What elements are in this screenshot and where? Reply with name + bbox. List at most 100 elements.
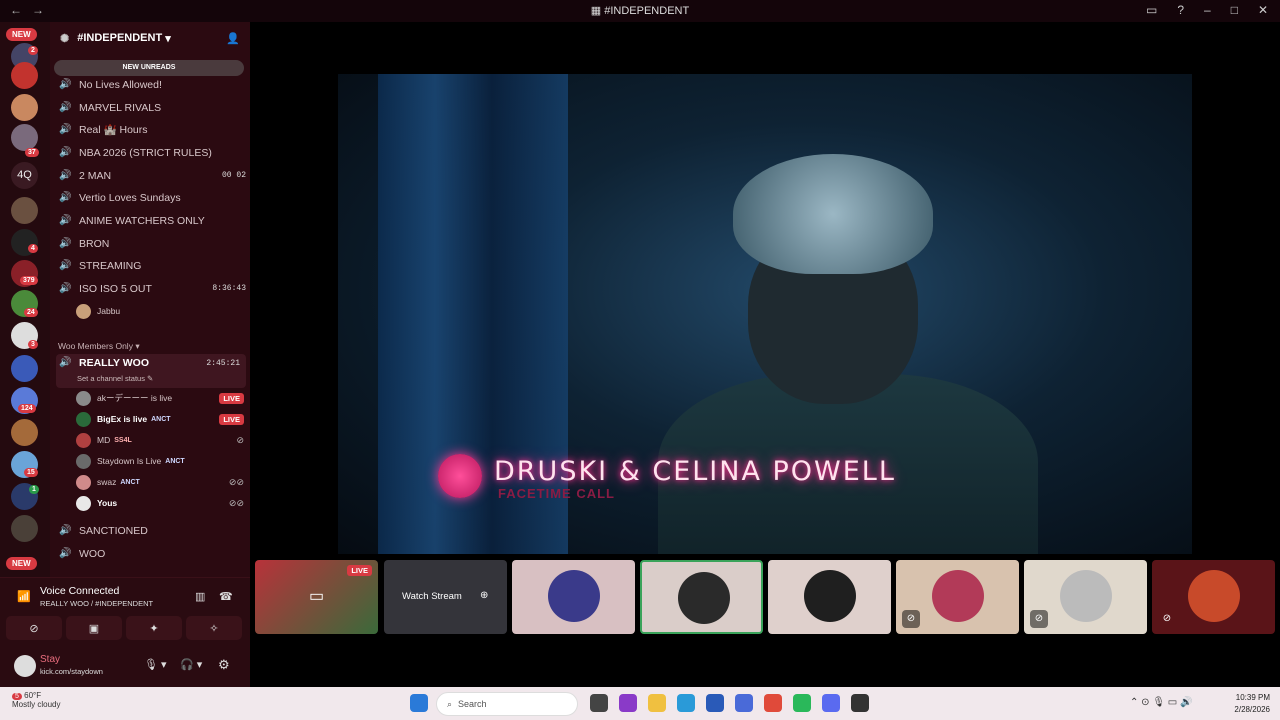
channel-item[interactable]: 🔊 ANIME WATCHERS ONLY [56, 210, 246, 231]
server-icon-4q[interactable]: 4Q [11, 162, 38, 189]
server-badge: 1 [29, 485, 39, 494]
file-explorer-icon[interactable] [648, 694, 666, 712]
participant-tile[interactable]: ⊘ [1152, 560, 1275, 634]
inbox-icon[interactable]: ▭ [1146, 3, 1157, 17]
edge-icon[interactable] [677, 694, 695, 712]
activities-button[interactable]: ✦ [126, 616, 182, 640]
disconnect-icon[interactable]: ☎ [219, 590, 233, 603]
weather-widget[interactable]: 5 60°F Mostly cloudy [12, 691, 60, 709]
user-name[interactable]: Stay [40, 654, 60, 665]
new-pill-top[interactable]: NEW [6, 28, 37, 41]
speaker-icon: 🔊 [59, 282, 72, 294]
watch-stream-tile[interactable]: Watch Stream ⊕ [384, 560, 507, 634]
muted-icon: ⊘⊘ [228, 476, 244, 487]
channel-name: Vertio Loves Sundays [79, 191, 181, 204]
participant-tile-speaking[interactable] [640, 560, 763, 634]
server-icon[interactable] [11, 94, 38, 121]
new-pill-bottom[interactable]: NEW [6, 557, 37, 570]
headphones-icon[interactable]: 🎧 ▾ [180, 658, 202, 671]
server-icon[interactable] [11, 355, 38, 382]
channel-timer: 2:45:21 [206, 359, 240, 368]
server-icon[interactable] [11, 515, 38, 542]
channel-item[interactable]: 🔊 No Lives Allowed! [56, 74, 246, 95]
channel-item[interactable]: 🔊 ISO ISO 5 OUT 8:36:43 [56, 278, 246, 299]
participant-tile[interactable]: ⊘ [896, 560, 1019, 634]
channel-name: STREAMING [79, 259, 142, 272]
channel-status[interactable]: Set a channel status ✎ [77, 374, 153, 383]
server-badge: 15 [24, 468, 38, 477]
title-bar: ← → ▦ #INDEPENDENT ▭ ? – □ ✕ [0, 0, 1280, 22]
server-icon[interactable] [11, 419, 38, 446]
stream-video[interactable]: DRUSKI & CELINA POWELL FACETIME CALL [338, 74, 1192, 554]
temperature: 60°F [24, 691, 42, 700]
zoom-icon[interactable]: ⊕ [480, 590, 488, 601]
camera-off-button[interactable]: ⊘ [6, 616, 62, 640]
channel-item[interactable]: 🔊 BRON [56, 233, 246, 254]
participant-tile[interactable]: LIVE ▭ [255, 560, 378, 634]
server-icon[interactable] [11, 124, 38, 151]
user-tag: SS4L [114, 436, 132, 444]
server-badge: 4 [28, 244, 38, 253]
avatar [678, 572, 730, 624]
screen-share-button[interactable]: ▣ [66, 616, 122, 640]
app-icon[interactable] [619, 694, 637, 712]
minimize-button[interactable]: – [1204, 3, 1211, 17]
help-icon[interactable]: ? [1177, 3, 1184, 17]
app-icon[interactable] [851, 694, 869, 712]
server-icon[interactable] [11, 62, 38, 89]
app-icon[interactable] [793, 694, 811, 712]
channel-item[interactable]: 🔊 Real 🏰 Hours [56, 119, 246, 140]
channel-item[interactable]: 🔊 NBA 2026 (STRICT RULES) [56, 142, 246, 163]
start-icon[interactable] [410, 694, 428, 712]
search-icon: ⌕ [447, 698, 453, 709]
channel-item[interactable]: 🔊 Vertio Loves Sundays [56, 187, 246, 208]
channel-item[interactable]: 🔊 MARVEL RIVALS [56, 97, 246, 118]
voice-user[interactable]: akーデーーー is live LIVE [76, 388, 244, 408]
task-view-icon[interactable] [590, 694, 608, 712]
discord-icon[interactable] [822, 694, 840, 712]
category-header[interactable]: Woo Members Only ▾ [58, 341, 140, 352]
voice-status: Voice Connected [40, 585, 120, 597]
muted-icon: ⊘⊘ [228, 497, 244, 508]
channel-item[interactable]: 🔊 WOO [56, 543, 246, 564]
server-badge: 3 [28, 340, 38, 349]
channel-item[interactable]: 🔊 STREAMING [56, 255, 246, 276]
soundboard-button[interactable]: ✧ [186, 616, 242, 640]
channel-item[interactable]: 🔊 SANCTIONED [56, 520, 246, 541]
clock[interactable]: 10:39 PM 2/28/2026 [1234, 692, 1270, 716]
search-bar[interactable]: ⌕ Search [436, 692, 578, 716]
server-header[interactable]: ✺ #INDEPENDENT ▾ 👤 [50, 22, 250, 54]
voice-user[interactable]: Staydown Is Live ANCT [76, 451, 244, 471]
tray-icons[interactable]: ⌃ ⊙ 🎙 ▭ 🔊 [1130, 697, 1192, 708]
app-icon[interactable] [735, 694, 753, 712]
chrome-icon[interactable] [764, 694, 782, 712]
speaker-icon: 🔊 [59, 169, 72, 181]
channel-name: ISO ISO 5 OUT [79, 282, 152, 295]
channel-item[interactable]: 🔊 2 MAN 00 02 [56, 165, 246, 186]
channel-name: Real 🏰 Hours [79, 124, 148, 136]
avatar[interactable] [14, 655, 36, 677]
participant-tile[interactable] [512, 560, 635, 634]
live-badge: LIVE [219, 392, 244, 404]
server-badge: 2 [28, 46, 38, 55]
microphone-icon[interactable]: 🎙 ▾ [144, 658, 167, 671]
store-icon[interactable] [706, 694, 724, 712]
add-user-icon[interactable]: 👤 [226, 32, 240, 45]
participant-tile[interactable] [768, 560, 891, 634]
maximize-button[interactable]: □ [1231, 3, 1238, 17]
signal-icon[interactable]: 📶 [17, 590, 31, 603]
settings-gear-icon[interactable]: ⚙ [218, 657, 230, 673]
deafened-icon: ⊘ [902, 610, 920, 628]
voice-user[interactable]: Yous ⊘⊘ [76, 493, 244, 513]
participant-tile[interactable]: ⊘ [1024, 560, 1147, 634]
voice-user[interactable]: BigEx is live ANCT LIVE [76, 409, 244, 429]
voice-user[interactable]: MD SS4L ⊘ [76, 430, 244, 450]
close-button[interactable]: ✕ [1258, 3, 1268, 17]
voice-user[interactable]: Jabbu [76, 301, 244, 321]
voice-location[interactable]: REALLY WOO / #INDEPENDENT [40, 599, 153, 608]
noise-suppression-icon[interactable]: ▥ [195, 590, 205, 603]
server-icon[interactable] [11, 197, 38, 224]
live-badge: LIVE [347, 565, 372, 576]
avatar [1060, 570, 1112, 622]
voice-user[interactable]: swaz ANCT ⊘⊘ [76, 472, 244, 492]
